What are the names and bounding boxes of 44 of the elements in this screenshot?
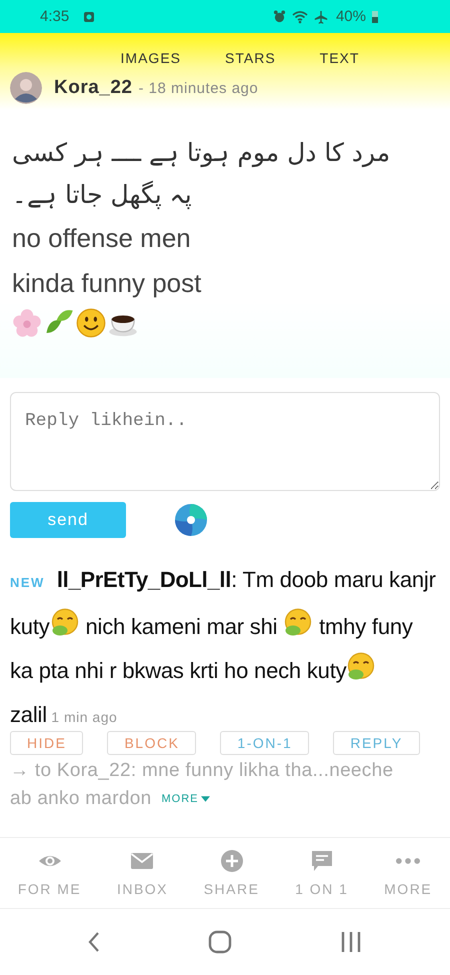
post-text: no offense men	[12, 222, 192, 255]
loading-spinner-icon	[174, 503, 208, 537]
smiley-icon	[76, 308, 106, 338]
action-button[interactable]: BLOCK	[107, 731, 196, 755]
nav-tab[interactable]: INBOX	[116, 849, 168, 897]
clock-time: 4:35	[40, 8, 70, 25]
sick-face-icon	[346, 652, 376, 682]
reply-preview-text: → to Kora_22: mne funny likha tha...neeche	[10, 759, 394, 783]
send-button[interactable]: send	[10, 502, 126, 538]
tab[interactable]: TEXT	[320, 47, 360, 69]
battery-icon	[372, 10, 378, 22]
nav-tab[interactable]: SHARE	[204, 849, 260, 897]
avatar-icon	[10, 72, 42, 104]
post-text: kinda funny post	[12, 267, 202, 300]
three-bars-icon	[340, 931, 362, 953]
notification-icon	[83, 10, 96, 22]
username[interactable]: Kora_22	[54, 77, 132, 99]
flower-icon	[12, 308, 42, 338]
post-text: مرد کا دل موم ہوتا ہے ــــ ہر کسی پہ پگھل جاتا ہے۔	[12, 137, 392, 212]
airplane-icon	[314, 10, 328, 24]
rounded-square-icon	[208, 930, 232, 954]
sick-face-icon	[283, 608, 314, 638]
more-icon	[396, 858, 420, 864]
more-button[interactable]: MORE	[152, 785, 210, 813]
action-button[interactable]: REPLY	[333, 731, 420, 755]
battery-level: 40%	[336, 8, 366, 25]
wifi-icon	[292, 10, 308, 24]
chat-icon	[310, 849, 334, 873]
caret-down-icon	[200, 796, 210, 802]
nav-tab[interactable]: 1 ON 1	[295, 849, 348, 897]
plus-circle-icon	[220, 849, 244, 873]
reply-preview-text: ab anko mardon	[10, 787, 152, 811]
reply-field[interactable]: Reply likhein..	[10, 392, 440, 491]
action-button[interactable]: 1-ON-1	[220, 731, 310, 755]
alarm-icon	[272, 10, 286, 23]
comment-text: NEW ll_PrEtTy_DoLl_ll: Tm doob maru kanjr kuty nich kameni mar shi tmhy funy ka pta nhi r bkwas krti ho nech kuty zalil 1 min ago	[10, 566, 437, 729]
chevron-left-icon	[88, 931, 100, 953]
tab[interactable]: STARS	[225, 47, 276, 69]
nav-tab[interactable]: FOR ME	[18, 849, 82, 897]
tab[interactable]: IMAGES	[120, 47, 182, 69]
nav-tab[interactable]: MORE	[384, 849, 432, 897]
action-button[interactable]: HIDE	[10, 731, 84, 755]
post-time: - 18 minutes ago	[138, 80, 258, 96]
sick-face-icon	[50, 608, 80, 638]
